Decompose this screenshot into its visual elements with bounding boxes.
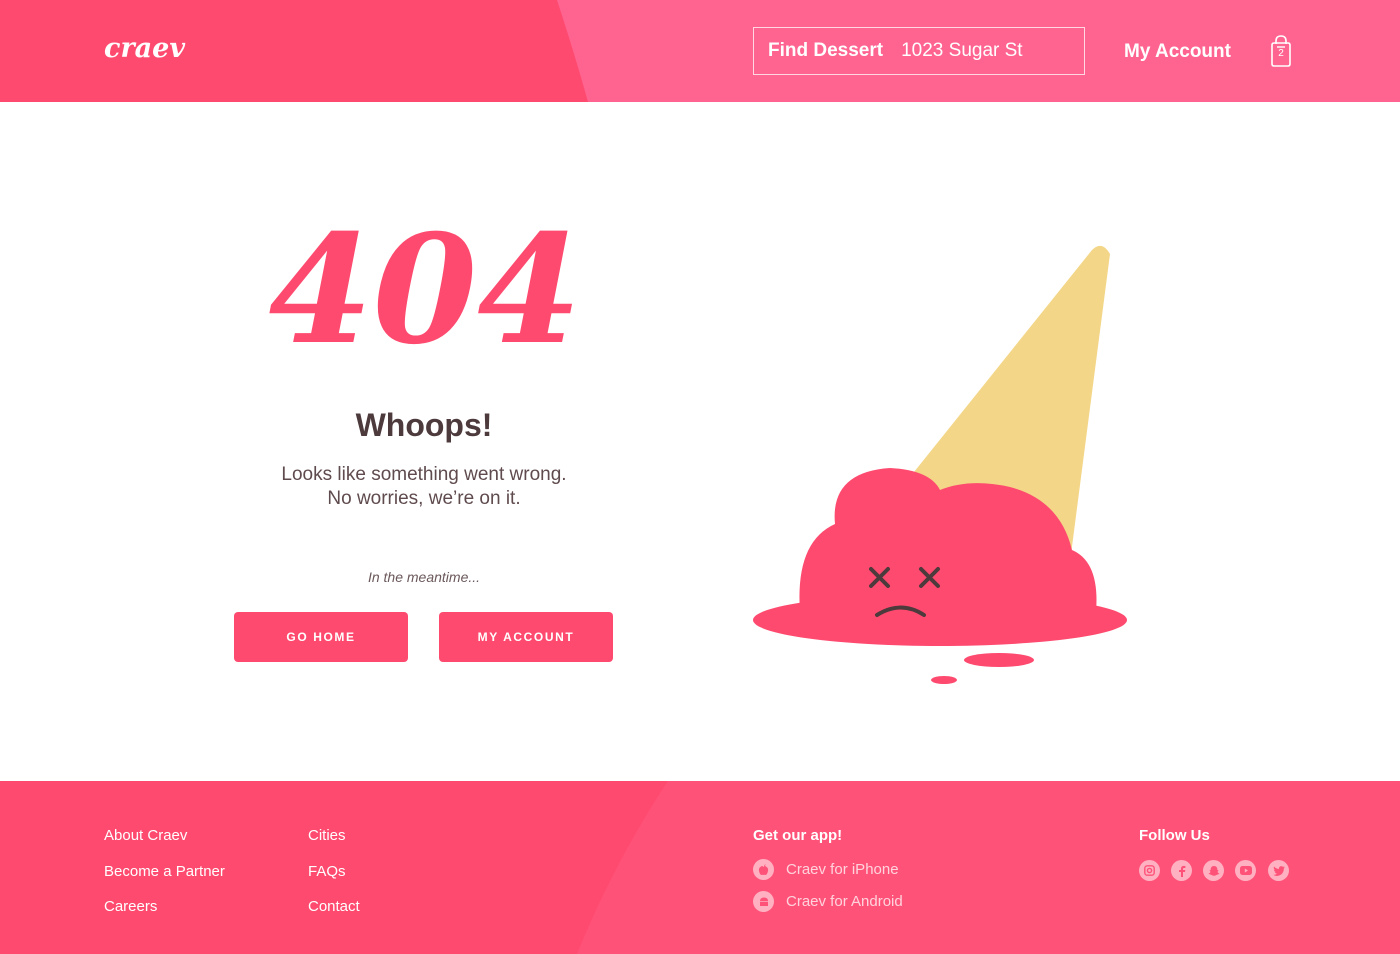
android-app-link[interactable]: Craev for Android — [753, 891, 903, 912]
my-account-link[interactable]: My Account — [1124, 41, 1231, 63]
craev-logo[interactable]: craev — [104, 33, 185, 64]
site-header: craev Find Dessert My Account 2 — [0, 0, 1400, 102]
footer-link-faqs[interactable]: FAQs — [308, 863, 346, 880]
error-code-text: 404 — [268, 222, 581, 362]
error-message-line2: No worries, we’re on it. — [327, 488, 521, 509]
apple-icon — [753, 859, 774, 880]
page-title: Whoops! — [355, 407, 493, 443]
drip-drop-small — [931, 676, 957, 684]
instagram-icon[interactable] — [1139, 860, 1160, 881]
iphone-app-link[interactable]: Craev for iPhone — [753, 859, 899, 880]
android-app-label: Craev for Android — [786, 893, 903, 910]
error-message-line1: Looks like something went wrong. — [281, 464, 567, 485]
melted-ice-cream-illustration — [753, 245, 1127, 684]
twitter-icon[interactable] — [1268, 860, 1289, 881]
android-icon — [753, 891, 774, 912]
main-content: 404 Whoops! Looks like something went wr… — [0, 102, 1400, 781]
iphone-app-label: Craev for iPhone — [786, 861, 899, 878]
footer-link-careers[interactable]: Careers — [104, 898, 157, 915]
footer-link-cities[interactable]: Cities — [308, 827, 346, 844]
site-footer: About Craev Become a Partner Careers Cit… — [0, 781, 1400, 954]
footer-link-partner[interactable]: Become a Partner — [104, 863, 225, 880]
cart-button[interactable]: 2 — [1268, 34, 1294, 68]
my-account-button[interactable]: MY ACCOUNT — [439, 612, 613, 662]
footer-link-contact[interactable]: Contact — [308, 898, 360, 915]
drip-drop-large — [964, 653, 1034, 667]
app-heading: Get our app! — [753, 827, 843, 844]
address-input[interactable] — [901, 40, 1072, 62]
error-code-404: 404 — [268, 222, 581, 362]
cart-count: 2 — [1278, 48, 1284, 59]
facebook-icon[interactable] — [1171, 860, 1192, 881]
snapchat-icon[interactable] — [1203, 860, 1224, 881]
meantime-text: In the meantime... — [367, 569, 481, 585]
youtube-icon[interactable] — [1235, 860, 1256, 881]
follow-heading: Follow Us — [1139, 827, 1210, 844]
search-label: Find Dessert — [768, 40, 884, 61]
go-home-button[interactable]: GO HOME — [234, 612, 408, 662]
footer-link-about[interactable]: About Craev — [104, 827, 187, 844]
error-message: Looks like something went wrong. No worr… — [224, 463, 624, 511]
find-dessert-search[interactable]: Find Dessert — [753, 27, 1085, 75]
